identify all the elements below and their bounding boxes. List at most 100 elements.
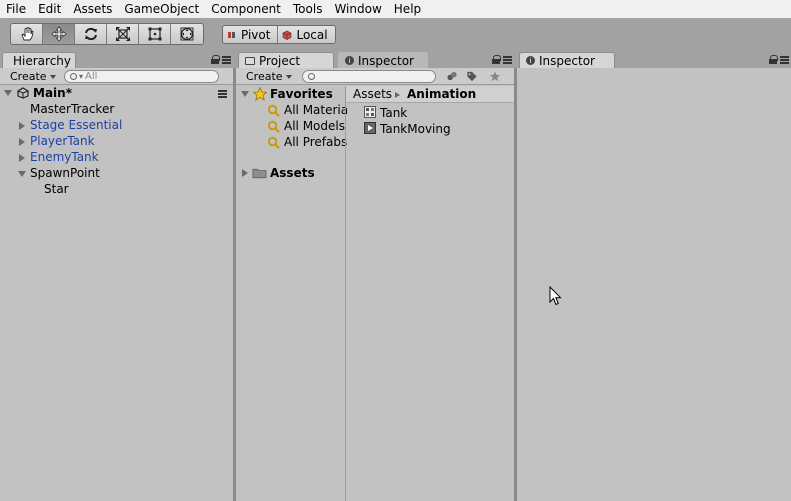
unity-logo-icon [17,87,29,99]
panel-menu-icon[interactable] [780,55,789,64]
lock-icon[interactable] [769,55,778,64]
breadcrumb-separator-icon [395,92,400,98]
hierarchy-create-button[interactable]: Create [5,69,61,84]
main-toolbar: Pivot Local [0,18,791,50]
lock-icon[interactable] [492,55,501,64]
scale-icon [115,27,130,41]
pivot-button[interactable]: Pivot [223,26,279,43]
search-icon [70,73,77,80]
rect-icon [148,27,161,41]
menu-tools[interactable]: Tools [287,0,329,18]
favorite-star-icon[interactable] [489,71,501,82]
scene-menu-icon[interactable] [218,90,227,98]
info-icon: i [345,56,354,65]
create-label: Create [246,70,283,83]
local-button[interactable]: Local [278,26,335,43]
menu-gameobject[interactable]: GameObject [118,0,205,18]
hierarchy-item-stage-essential[interactable]: Stage Essential [30,117,122,133]
project-panel: Project i Inspector Create Favorites All… [236,50,514,501]
favorites-label[interactable]: Favorites [270,86,333,102]
project-search-input[interactable] [302,70,436,83]
search-filter-icon [267,120,280,133]
rotate-tool-button[interactable] [75,24,107,44]
animator-controller-icon [364,106,376,118]
expander-collapsed-icon[interactable] [19,138,25,146]
assets-folder-label[interactable]: Assets [270,165,315,181]
menu-help[interactable]: Help [388,0,427,18]
hierarchy-item-spawnpoint[interactable]: SpawnPoint [30,165,100,181]
expander-collapsed-icon[interactable] [19,154,25,162]
favorite-all-prefabs[interactable]: All Prefabs [284,134,347,150]
menu-file[interactable]: File [0,0,32,18]
hierarchy-item-mastertracker[interactable]: MasterTracker [30,101,114,117]
project-tab-controls [492,55,512,64]
move-tool-button[interactable] [43,24,75,44]
search-placeholder: All [85,71,98,82]
tab-inspector-secondary-label: Inspector [358,53,414,68]
favorite-all-models[interactable]: All Models [284,118,345,134]
project-file-area: Assets Animation Tank TankMoving [346,86,514,501]
tab-hierarchy[interactable]: Hierarchy [2,52,76,68]
scale-tool-button[interactable] [107,24,139,44]
menu-window[interactable]: Window [328,0,387,18]
favorites-star-icon [253,87,267,101]
file-item-tank[interactable]: Tank [380,105,407,121]
scene-name[interactable]: Main* [33,85,72,101]
favorites-expander-icon[interactable] [241,91,249,97]
create-label: Create [10,70,47,83]
hierarchy-item-playertank[interactable]: PlayerTank [30,133,95,149]
project-folder-tree: Favorites All Materia All Models All Pre… [236,86,348,501]
tab-project[interactable]: Project [238,52,334,68]
rotate-icon [84,27,97,41]
hand-tool-button[interactable] [11,24,43,44]
move-arrows-icon [50,26,67,42]
panel-menu-icon[interactable] [503,55,512,64]
search-dropdown-icon: ▾ [79,72,84,81]
hierarchy-tab-controls [211,55,231,64]
assets-expander-icon[interactable] [242,169,248,177]
menu-assets[interactable]: Assets [67,0,118,18]
pivot-toggle-group: Pivot Local [222,25,336,44]
search-icon [308,73,315,80]
lock-icon[interactable] [211,55,220,64]
menu-edit[interactable]: Edit [32,0,67,18]
filter-by-type-icon[interactable] [446,71,458,82]
filter-by-label-icon[interactable] [466,71,478,82]
pivot-icon [228,31,235,38]
project-tabstrip: Project i Inspector [236,50,514,68]
search-filter-icon [267,104,280,117]
expander-collapsed-icon[interactable] [19,122,25,130]
folder-icon [252,168,267,179]
animation-clip-icon [364,122,376,134]
breadcrumb-animation[interactable]: Animation [407,86,476,102]
tab-project-label: Project [259,53,301,68]
transform-tool-button[interactable] [171,24,203,44]
tab-inspector-secondary[interactable]: i Inspector [338,52,428,68]
inspector-panel: i Inspector [517,50,791,501]
dropdown-caret-icon [49,74,56,79]
tab-inspector[interactable]: i Inspector [519,52,615,68]
rect-tool-button[interactable] [139,24,171,44]
breadcrumb-assets[interactable]: Assets [353,86,392,102]
project-create-button[interactable]: Create [241,69,297,84]
info-icon: i [526,56,535,65]
tab-inspector-label: Inspector [539,53,595,68]
hierarchy-tabstrip: Hierarchy [0,50,233,68]
transform-tools [10,23,204,45]
hierarchy-item-star[interactable]: Star [44,181,69,197]
file-item-tankmoving[interactable]: TankMoving [380,121,451,137]
scene-expander-icon[interactable] [4,90,12,96]
hierarchy-toolbar: Create ▾ All [0,68,233,85]
dropdown-caret-icon [285,74,292,79]
hierarchy-item-enemytank[interactable]: EnemyTank [30,149,99,165]
project-toolbar: Create [236,68,514,85]
favorite-all-materials[interactable]: All Materia [284,102,348,118]
panel-menu-icon[interactable] [222,55,231,64]
menu-component[interactable]: Component [205,0,287,18]
inspector-tab-controls [769,55,789,64]
expander-expanded-icon[interactable] [18,171,26,177]
folder-tab-icon [245,56,255,65]
pivot-label: Pivot [241,27,271,42]
hand-icon [20,26,34,41]
hierarchy-search-input[interactable]: ▾ All [64,70,219,83]
